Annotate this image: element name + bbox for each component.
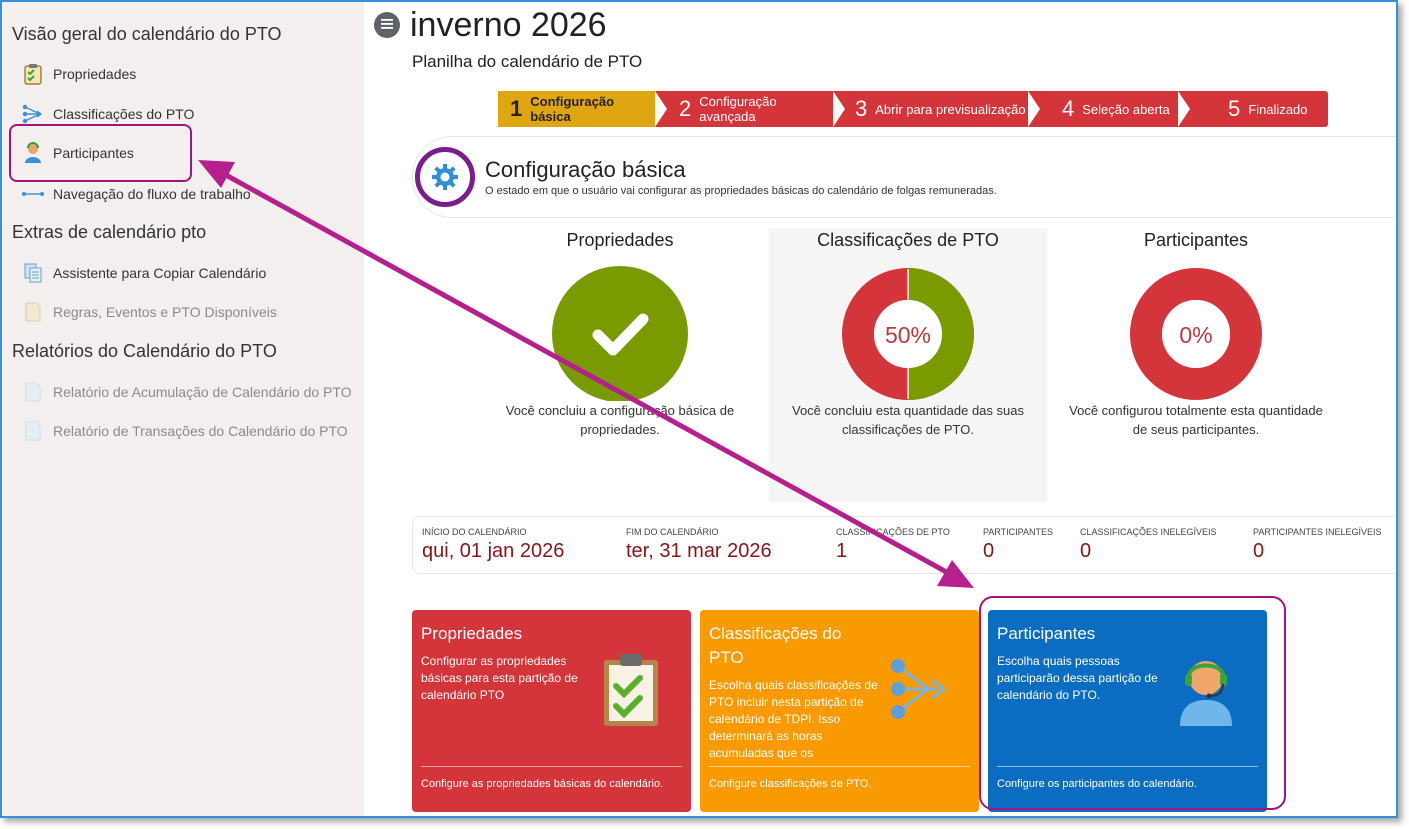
clipboard-check-icon	[602, 652, 660, 733]
donut-percent-label: 0%	[1179, 322, 1212, 348]
menu-button[interactable]	[374, 12, 400, 38]
card-footer-link[interactable]: Configure classificações de PTO.	[709, 766, 970, 790]
info-value: 1	[836, 540, 848, 562]
stat-title: Propriedades	[566, 230, 674, 250]
copy-pages-icon	[22, 262, 44, 284]
info-label: Início do calendário	[422, 527, 527, 537]
sidebar-item-relatorio-transacoes[interactable]: Relatório de Transações do Calendário do…	[22, 420, 348, 442]
stat-title: Participantes	[1143, 230, 1249, 250]
stat-classificacoes: Classificações de PTO 50% Você concluiu …	[769, 228, 1047, 502]
info-participantes-inelegiveis: Participantes inelegíveis 0	[1253, 527, 1382, 563]
report-document-icon	[22, 381, 44, 403]
page-title: inverno 2026	[410, 6, 607, 44]
donut-percent-label: 50%	[885, 322, 931, 348]
clipboard-check-icon	[22, 63, 44, 85]
annotation-highlight-card	[979, 596, 1286, 810]
sidebar-item-label: Navegação do fluxo de trabalho	[53, 186, 251, 202]
info-inicio: Início do calendário qui, 01 jan 2026	[422, 527, 564, 563]
card-description: Configurar as propriedades básicas para …	[421, 654, 578, 702]
info-participantes: Participantes 0	[983, 527, 1053, 563]
card-description: Escolha quais classificações de PTO incl…	[709, 678, 878, 760]
config-description: O estado em que o usuário vai configurar…	[485, 185, 997, 197]
info-value: qui, 01 jan 2026	[422, 540, 565, 562]
step-label: Seleção aberta	[1082, 101, 1170, 117]
stat-propriedades: Propriedades Você concluiu a configuraçã…	[481, 228, 759, 502]
sidebar-item-classificacoes[interactable]: Classificações do PTO	[22, 103, 194, 125]
step-number: 3	[855, 96, 868, 121]
calendar-info-bar: Início do calendário qui, 01 jan 2026 Fi…	[412, 516, 1396, 574]
hamburger-icon	[381, 16, 393, 34]
sidebar-heading-reports: Relatórios do Calendário do PTO	[12, 341, 277, 361]
branch-arrows-icon	[888, 656, 954, 727]
stat-title: Classificações de PTO	[817, 230, 999, 250]
info-label: Fim do calendário	[626, 527, 719, 537]
stat-description: Você concluiu esta quantidade das suas c…	[791, 403, 1024, 437]
step-number: 2	[679, 96, 692, 121]
step-configuracao-avancada[interactable]: 2 Configuração avançada	[655, 91, 845, 127]
gear-icon	[415, 147, 475, 207]
app-window: Visão geral do calendário do PTO Proprie…	[0, 0, 1398, 818]
annotation-highlight-sidebar	[9, 124, 192, 182]
sidebar-item-label: Relatório de Acumulação de Calendário do…	[53, 384, 352, 400]
page-subtitle: Planilha do calendário de PTO	[412, 52, 643, 71]
stat-participantes: Participantes 0% Você configurou totalme…	[1057, 228, 1335, 502]
sidebar-item-assistente-copiar[interactable]: Assistente para Copiar Calendário	[22, 262, 266, 284]
info-value: ter, 31 mar 2026	[626, 540, 772, 562]
sidebar-item-label: Regras, Eventos e PTO Disponíveis	[53, 304, 277, 320]
sidebar-item-relatorio-acumulacao[interactable]: Relatório de Acumulação de Calendário do…	[22, 381, 352, 403]
sidebar-heading-overview: Visão geral do calendário do PTO	[12, 24, 282, 44]
workflow-steps: 1 Configuração básica 2 Configuração ava…	[498, 91, 1328, 127]
branch-arrows-icon	[22, 103, 44, 125]
step-selecao-aberta[interactable]: 4 Seleção aberta	[1028, 91, 1190, 127]
donut-chart-classificacoes: 50%	[842, 268, 974, 400]
card-title: Propriedades	[421, 624, 523, 643]
step-label: Configuração avançada	[699, 94, 777, 124]
config-panel: Configuração básica O estado em que o us…	[412, 136, 1396, 218]
step-label: Finalizado	[1248, 101, 1308, 117]
completion-circle	[552, 266, 688, 401]
info-value: 0	[983, 540, 995, 562]
stat-description: Você concluiu a configuração básica de p…	[505, 403, 735, 437]
info-value: 0	[1253, 540, 1265, 562]
sidebar-item-navegacao[interactable]: Navegação do fluxo de trabalho	[22, 183, 251, 205]
donut-chart-participantes: 0%	[1130, 268, 1262, 400]
info-classificacoes: Classificações de PTO 1	[836, 527, 950, 563]
info-value: 0	[1080, 540, 1092, 562]
sidebar-item-propriedades[interactable]: Propriedades	[22, 63, 136, 85]
sidebar-heading-extras: Extras de calendário pto	[12, 222, 207, 242]
config-title: Configuração básica	[485, 157, 686, 182]
info-classificacoes-inelegiveis: Classificações inelegíveis 0	[1080, 527, 1217, 563]
sidebar-item-regras-eventos[interactable]: Regras, Eventos e PTO Disponíveis	[22, 301, 277, 323]
step-configuracao-basica[interactable]: 1 Configuração básica	[498, 91, 667, 127]
step-number: 1	[510, 96, 523, 121]
stat-description: Você configurou totalmente esta quantida…	[1069, 403, 1323, 437]
step-label: Abrir para previsualização	[875, 101, 1026, 117]
card-title: Classificações do PTO	[709, 624, 842, 667]
card-propriedades[interactable]: Propriedades Configurar as propriedades …	[412, 610, 691, 812]
step-number: 4	[1062, 96, 1075, 121]
completion-check-chart	[552, 266, 688, 401]
document-icon	[22, 301, 44, 323]
step-finalizado[interactable]: 5 Finalizado	[1178, 91, 1328, 127]
info-label: Classificações de PTO	[836, 527, 950, 537]
card-classificacoes[interactable]: Classificações do PTO Escolha quais clas…	[700, 610, 979, 812]
sidebar-item-label: Assistente para Copiar Calendário	[53, 265, 267, 281]
info-fim: Fim do calendário ter, 31 mar 2026	[626, 527, 772, 563]
info-label: Classificações inelegíveis	[1080, 527, 1217, 537]
workflow-arrow-icon	[22, 183, 44, 205]
step-label: Configuração básica	[530, 94, 615, 124]
step-abrir-previsualizacao[interactable]: 3 Abrir para previsualização	[833, 91, 1040, 127]
step-number: 5	[1228, 96, 1241, 121]
sidebar-item-label: Classificações do PTO	[53, 106, 195, 122]
sidebar-item-label: Propriedades	[53, 66, 137, 82]
info-label: Participantes	[983, 527, 1054, 537]
report-document-icon	[22, 420, 44, 442]
sidebar-item-label: Relatório de Transações do Calendário do…	[53, 423, 348, 439]
card-footer-link[interactable]: Configure as propriedades básicas do cal…	[421, 766, 682, 790]
info-label: Participantes inelegíveis	[1253, 527, 1382, 537]
